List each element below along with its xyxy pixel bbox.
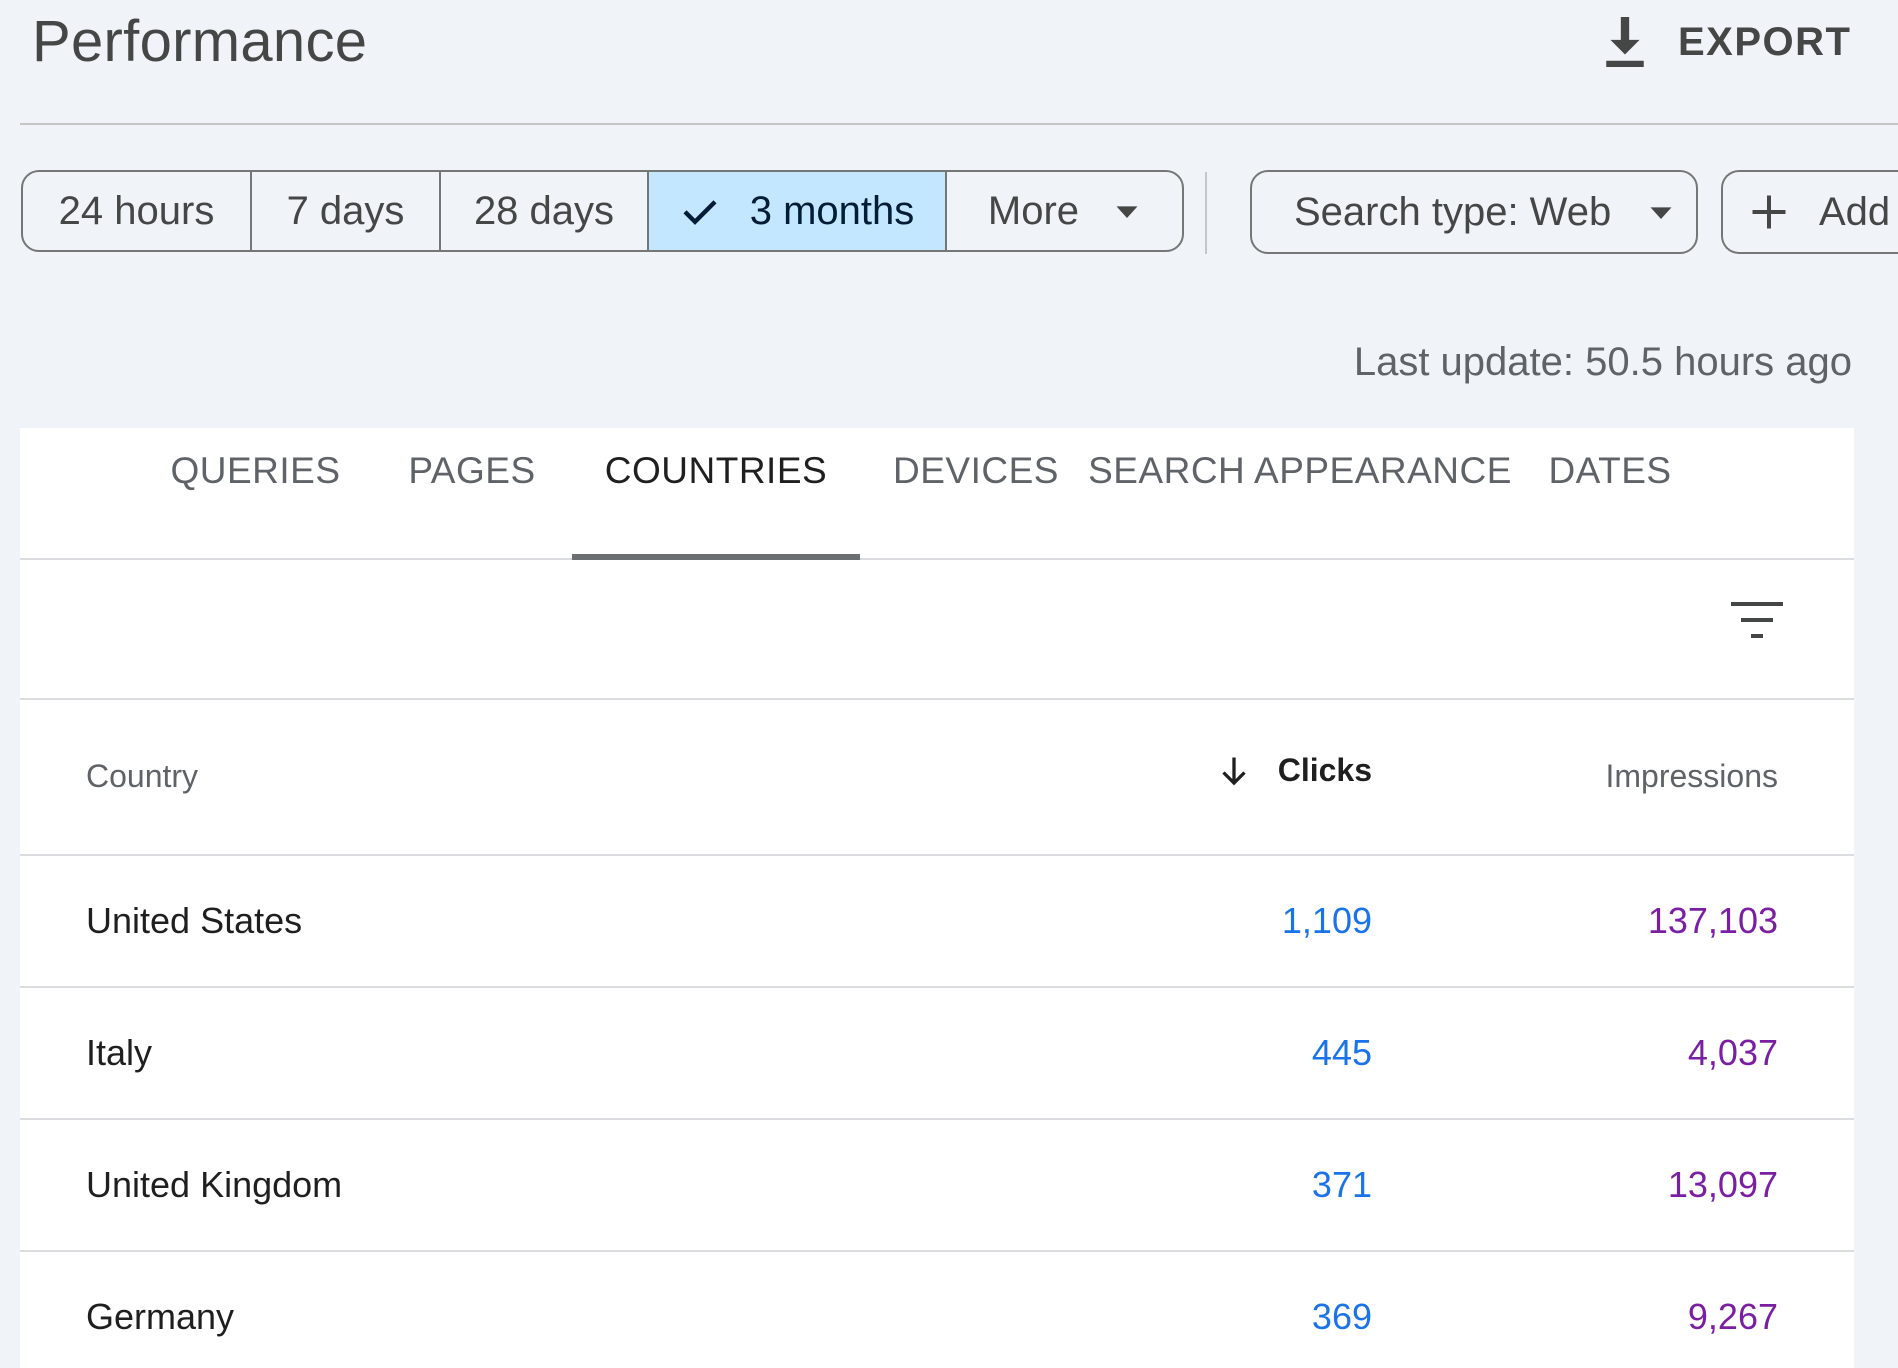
caret-down-icon — [1650, 207, 1672, 219]
date-option-label: 24 hours — [58, 188, 215, 233]
plus-icon — [1752, 195, 1786, 229]
report-card: QUERIES PAGES COUNTRIES DEVICES SEARCH A… — [20, 428, 1854, 1368]
date-option-more[interactable]: More — [947, 172, 1182, 250]
date-option-24-hours[interactable]: 24 hours — [23, 172, 252, 250]
arrow-down-icon — [1222, 757, 1246, 785]
last-update-text: Last update: 50.5 hours ago — [1353, 340, 1852, 384]
search-type-label: Search type: Web — [1294, 189, 1612, 234]
search-type-dropdown[interactable]: Search type: Web — [1250, 170, 1698, 254]
filter-divider — [1205, 172, 1207, 254]
tab-dates[interactable]: DATES — [1520, 428, 1700, 558]
table-row[interactable]: Italy 445 4,037 — [20, 988, 1854, 1120]
column-header-clicks-label: Clicks — [1277, 752, 1372, 788]
download-icon — [1606, 17, 1644, 67]
cell-country: Germany — [86, 1296, 235, 1337]
header-divider — [20, 123, 1898, 125]
table-header: Country Clicks Impressions — [20, 700, 1854, 856]
tab-queries[interactable]: QUERIES — [148, 428, 363, 558]
date-option-label: 7 days — [286, 188, 405, 233]
cell-country: Italy — [86, 1032, 153, 1073]
date-range-selector: 24 hours 7 days 28 days 3 months More — [21, 170, 1184, 252]
date-option-3-months[interactable]: 3 months — [649, 172, 947, 250]
caret-down-icon — [1116, 206, 1138, 218]
column-header-impressions[interactable]: Impressions — [1606, 758, 1779, 795]
date-option-label: 3 months — [749, 188, 915, 233]
tab-countries[interactable]: COUNTRIES — [572, 428, 860, 560]
page-title: Performance — [32, 9, 368, 74]
add-filter-button[interactable]: Add f — [1721, 170, 1898, 254]
cell-clicks: 371 — [1311, 1164, 1372, 1205]
cell-country: United Kingdom — [86, 1164, 343, 1205]
tab-devices[interactable]: DEVICES — [870, 428, 1082, 558]
cell-impressions: 13,097 — [1667, 1164, 1778, 1205]
tab-pages[interactable]: PAGES — [383, 428, 561, 558]
cell-country: United States — [86, 900, 303, 941]
column-header-country[interactable]: Country — [86, 758, 198, 795]
cell-impressions: 137,103 — [1647, 900, 1778, 941]
export-button[interactable]: EXPORT — [1600, 10, 1851, 74]
dimension-tabs: QUERIES PAGES COUNTRIES DEVICES SEARCH A… — [20, 428, 1854, 560]
table-row[interactable]: Germany 369 9,267 — [20, 1252, 1854, 1368]
add-filter-label: Add f — [1819, 189, 1898, 234]
date-option-7-days[interactable]: 7 days — [252, 172, 441, 250]
cell-clicks: 445 — [1311, 1032, 1372, 1073]
tab-search-appearance[interactable]: SEARCH APPEARANCE — [1088, 428, 1511, 558]
table-toolbar — [20, 560, 1854, 700]
date-option-label: More — [987, 188, 1080, 233]
cell-clicks: 1,109 — [1281, 900, 1372, 941]
check-icon — [683, 200, 717, 225]
filter-icon[interactable] — [1730, 600, 1784, 640]
cell-impressions: 9,267 — [1687, 1296, 1778, 1337]
export-label: EXPORT — [1678, 19, 1852, 64]
cell-impressions: 4,037 — [1687, 1032, 1778, 1073]
date-option-28-days[interactable]: 28 days — [441, 172, 649, 250]
table-row[interactable]: United Kingdom 371 13,097 — [20, 1120, 1854, 1252]
date-option-label: 28 days — [473, 188, 615, 233]
table-row[interactable]: United States 1,109 137,103 — [20, 856, 1854, 988]
cell-clicks: 369 — [1311, 1296, 1372, 1337]
column-header-clicks[interactable]: Clicks — [1216, 752, 1372, 789]
